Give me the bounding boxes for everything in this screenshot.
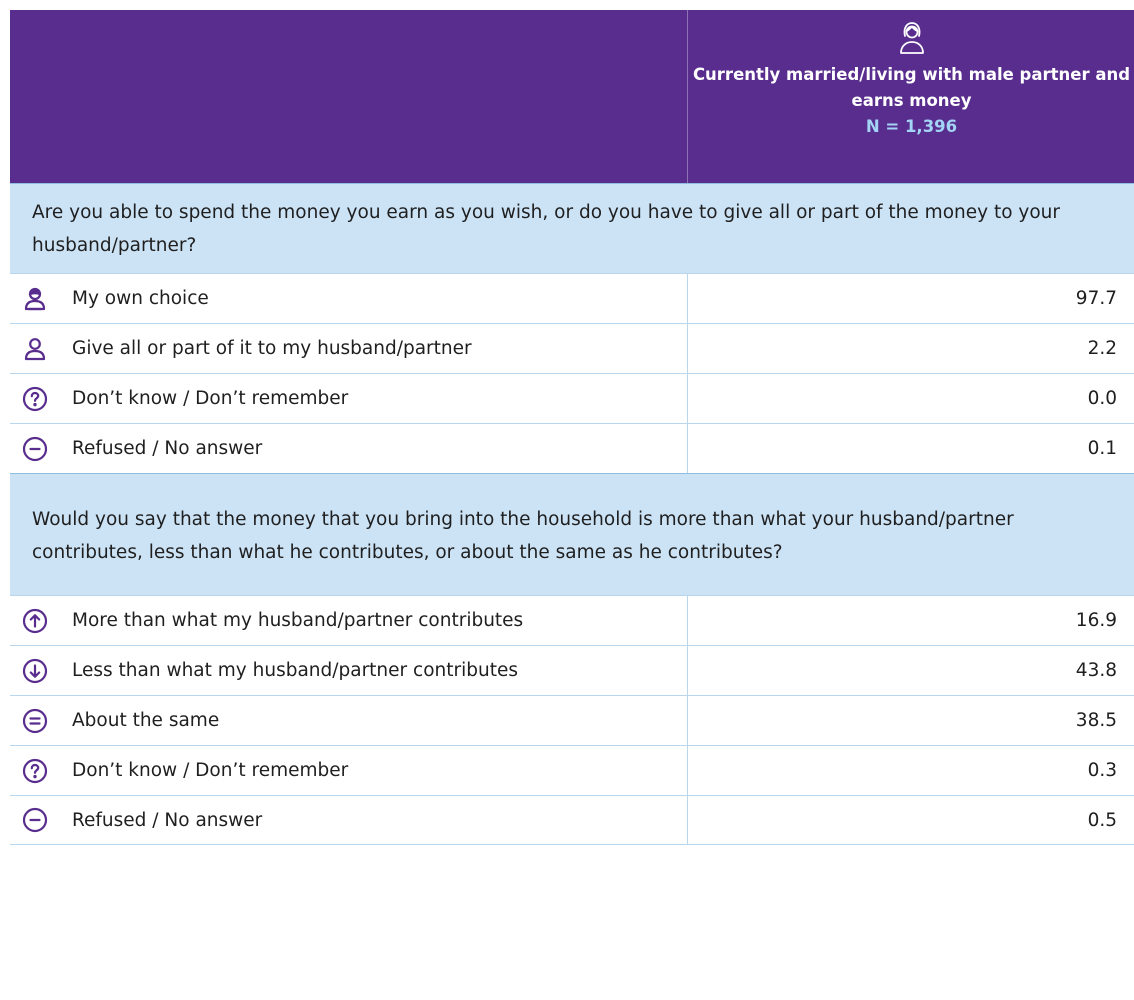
minus-circle-icon [22,807,48,833]
row-label-cell: Give all or part of it to my husband/par… [10,324,688,373]
row-label-cell: Refused / No answer [10,796,688,844]
row-label: Refused / No answer [72,438,263,459]
table-row: Refused / No answer 0.5 [10,795,1134,845]
row-label: Refused / No answer [72,809,263,831]
row-label-cell: About the same [10,696,688,745]
sample-size: N = 1,396 [865,117,958,136]
question-circle-icon [22,758,48,783]
row-value: 2.2 [1087,338,1117,359]
row-label: More than what my husband/partner contri… [72,610,524,631]
table-row: Less than what my husband/partner contri… [10,645,1134,695]
table-row: Don’t know / Don’t remember 0.0 [10,373,1134,423]
question-2: Would you say that the money that you br… [10,473,1134,595]
column-title: Currently married/living with male partn… [692,65,1131,110]
table-row: Don’t know / Don’t remember 0.3 [10,745,1134,795]
row-label: Less than what my husband/partner contri… [72,660,518,681]
arrow-up-circle-icon [22,608,48,633]
woman-icon [899,22,924,54]
question-1: Are you able to spend the money you earn… [10,183,1134,273]
equals-circle-icon [22,708,48,733]
row-value: 97.7 [1075,288,1117,309]
header-empty-cell [10,10,688,183]
table-row: About the same 38.5 [10,695,1134,745]
row-label: About the same [72,710,220,731]
row-label: Don’t know / Don’t remember [72,388,349,409]
minus-circle-icon [22,436,48,461]
row-label-cell: More than what my husband/partner contri… [10,596,688,645]
row-label-cell: Less than what my husband/partner contri… [10,646,688,695]
table-row: Give all or part of it to my husband/par… [10,323,1134,373]
arrow-down-circle-icon [22,658,48,683]
row-value: 16.9 [1075,610,1117,631]
row-value: 0.1 [1087,438,1117,459]
person-icon [24,337,46,360]
row-label-cell: My own choice [10,274,688,323]
table-header: Currently married/living with male partn… [10,10,1134,183]
row-label-cell: Don’t know / Don’t remember [10,374,688,423]
header-column-cell: Currently married/living with male partn… [688,10,1134,183]
question-circle-icon [22,386,48,411]
row-label-cell: Don’t know / Don’t remember [10,746,688,795]
row-value: 38.5 [1075,710,1117,731]
row-label: My own choice [72,288,209,309]
woman-person-icon [24,287,46,310]
row-value: 43.8 [1075,660,1117,681]
table-row: Refused / No answer 0.1 [10,423,1134,473]
row-label-cell: Refused / No answer [10,424,688,473]
row-value: 0.0 [1087,388,1117,409]
survey-table: Currently married/living with male partn… [10,10,1134,845]
row-value: 0.3 [1087,760,1117,781]
table-row: My own choice 97.7 [10,273,1134,323]
row-label: Don’t know / Don’t remember [72,760,349,781]
row-value: 0.5 [1087,809,1117,831]
row-label: Give all or part of it to my husband/par… [72,338,472,359]
table-row: More than what my husband/partner contri… [10,595,1134,645]
